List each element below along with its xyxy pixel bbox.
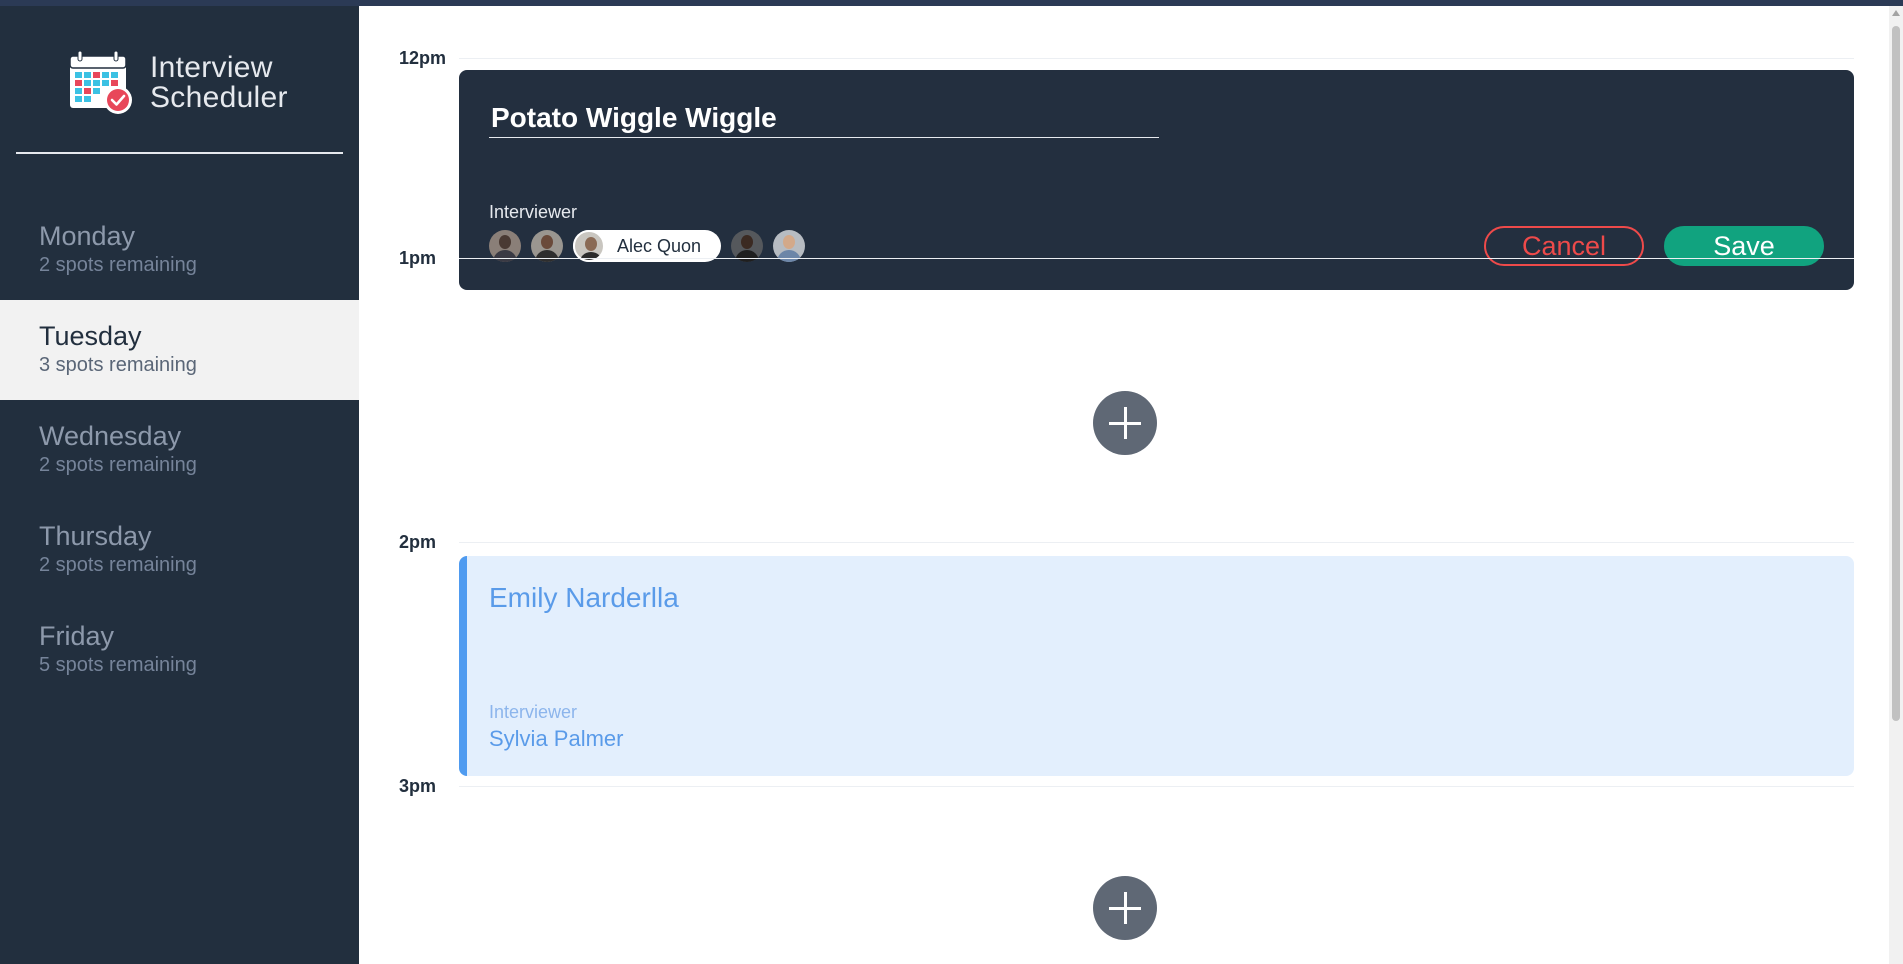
student-name-input[interactable]: [489, 98, 1159, 138]
app-title: Interview Scheduler: [150, 53, 288, 113]
app-title-line-1: Interview: [150, 51, 273, 84]
day-name: Monday: [39, 221, 136, 251]
sidebar: Interview Scheduler Monday 2 spots remai…: [0, 6, 359, 964]
hour-label-3pm: 3pm: [399, 776, 437, 796]
day-name: Wednesday: [39, 421, 182, 451]
day-name: Tuesday: [39, 321, 142, 351]
day-item-friday[interactable]: Friday 5 spots remaining: [0, 600, 359, 700]
hour-separator: [459, 786, 1854, 787]
day-item-thursday[interactable]: Thursday 2 spots remaining: [0, 500, 359, 600]
hour-separator: [459, 542, 1854, 543]
schedule: 12pm Interviewer Alec Quon: [359, 6, 1889, 964]
calendar-check-icon: [69, 50, 132, 114]
day-spots: 3 spots remaining: [39, 354, 197, 376]
appointment-form: Interviewer Alec Quon Cancel Save: [459, 70, 1854, 290]
add-appointment-button[interactable]: [1093, 876, 1157, 940]
hour-separator: [459, 258, 1854, 259]
day-item-tuesday[interactable]: Tuesday 3 spots remaining: [0, 300, 359, 400]
day-list: Monday 2 spots remaining Tuesday 3 spots…: [0, 200, 359, 700]
day-spots: 2 spots remaining: [39, 454, 197, 476]
day-spots: 2 spots remaining: [39, 554, 197, 576]
hour-separator: [459, 58, 1854, 59]
hour-label-2pm: 2pm: [399, 532, 437, 552]
app-brand: Interview Scheduler: [68, 50, 288, 116]
day-item-monday[interactable]: Monday 2 spots remaining: [0, 200, 359, 300]
interviewer-heading: Interviewer: [489, 202, 578, 222]
day-name: Thursday: [39, 521, 152, 551]
appointment-interviewer: Sylvia Palmer: [489, 726, 624, 751]
appointment-student: Emily Narderlla: [489, 582, 679, 613]
hour-label-12pm: 12pm: [399, 48, 447, 68]
interviewer-name: Alec Quon: [617, 235, 702, 256]
scroll-thumb[interactable]: [1892, 26, 1900, 721]
cancel-button[interactable]: Cancel: [1484, 226, 1644, 266]
save-button[interactable]: Save: [1664, 226, 1824, 266]
day-item-wednesday[interactable]: Wednesday 2 spots remaining: [0, 400, 359, 500]
day-name: Friday: [39, 621, 115, 651]
hour-label-1pm: 1pm: [399, 248, 437, 268]
scroll-up-arrow-icon[interactable]: [1892, 10, 1900, 16]
vertical-scrollbar[interactable]: [1889, 6, 1903, 964]
appointment-card[interactable]: Emily Narderlla Interviewer Sylvia Palme…: [459, 556, 1854, 776]
day-spots: 2 spots remaining: [39, 254, 197, 276]
sidebar-divider: [16, 152, 343, 154]
appointment-interviewer-label: Interviewer: [489, 702, 578, 722]
app-title-line-2: Scheduler: [150, 81, 288, 114]
day-spots: 5 spots remaining: [39, 654, 197, 676]
add-appointment-button[interactable]: [1093, 391, 1157, 455]
